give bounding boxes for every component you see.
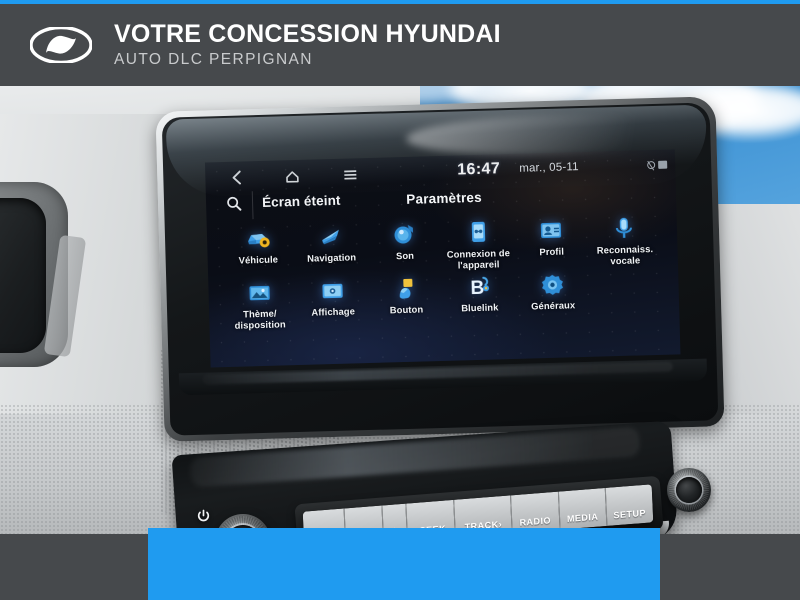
screenshot-root: VOTRE CONCESSION HYUNDAI AUTO DLC PERPIG… (0, 0, 800, 600)
settings-item-vehicule[interactable]: Véhicule (221, 222, 296, 277)
device-connection-icon (462, 217, 493, 248)
settings-item-generaux[interactable]: Généraux (516, 269, 591, 323)
sound-speaker-icon (389, 219, 420, 250)
clock-date: mar., 05-11 (519, 161, 579, 175)
bluelink-b-icon: B (464, 272, 495, 303)
home-icon[interactable] (285, 170, 299, 183)
hyundai-logo-icon (30, 27, 92, 63)
display-screen-icon (317, 276, 348, 307)
settings-label: Bluelink (461, 301, 499, 314)
settings-icon-grid: Véhicule Navigation Son Connexion de l'a… (207, 211, 680, 331)
profile-card-icon (536, 214, 567, 245)
footer-blue-banner (148, 528, 660, 600)
search-icon[interactable] (226, 196, 242, 212)
dealer-title: VOTRE CONCESSION HYUNDAI (114, 20, 501, 48)
mute-icon (647, 160, 656, 170)
theme-layout-icon (244, 278, 275, 309)
display-icon (658, 160, 668, 169)
car-settings-icon (242, 223, 273, 254)
button-press-icon (391, 274, 422, 305)
settings-label: Affichage (311, 305, 356, 318)
power-icon (197, 509, 210, 528)
svg-text:B: B (470, 278, 484, 299)
settings-item-bluelink[interactable]: B Bluelink (442, 271, 517, 325)
settings-label: Bouton (389, 303, 424, 316)
voice-recognition-icon (609, 212, 640, 243)
clock-time: 16:47 (457, 160, 501, 179)
settings-item-connexion-appareil[interactable]: Connexion de l'appareil (441, 216, 516, 271)
setup-button[interactable]: SETUP (605, 484, 654, 526)
settings-label: Véhicule (238, 253, 279, 266)
settings-label: Généraux (530, 299, 576, 312)
header-accent-bar (0, 0, 800, 4)
settings-label: Navigation (307, 251, 357, 264)
settings-item-son[interactable]: Son (367, 218, 442, 273)
settings-label: Profil (539, 245, 565, 258)
media-button[interactable]: MEDIA (558, 487, 608, 530)
hamburger-menu-icon[interactable] (343, 169, 357, 180)
settings-label: Thème/ disposition (234, 307, 286, 331)
chevron-left-icon[interactable] (230, 169, 243, 185)
settings-item-navigation[interactable]: Navigation (294, 220, 369, 275)
settings-item-reconnaissance-vocale[interactable]: Reconnaiss. vocale (587, 212, 662, 267)
settings-label: Reconnaiss. vocale (596, 243, 654, 266)
settings-label: Son (395, 249, 415, 262)
dealer-header: VOTRE CONCESSION HYUNDAI AUTO DLC PERPIG… (0, 4, 800, 86)
knob-ridges (669, 470, 709, 510)
settings-item-bouton[interactable]: Bouton (369, 273, 444, 327)
infotainment-screen[interactable]: 16:47 mar., 05-11 Écran éteint Paramètre… (204, 149, 681, 368)
page-title: Paramètres (406, 189, 483, 207)
air-vent (0, 198, 46, 353)
navigation-arrow-icon (316, 221, 347, 252)
settings-row-2: Thème/ disposition Affichage Bouton B Bl… (208, 267, 679, 332)
settings-item-theme-disposition[interactable]: Thème/ disposition (222, 277, 297, 331)
dealer-text-block: VOTRE CONCESSION HYUNDAI AUTO DLC PERPIG… (114, 20, 501, 70)
settings-item-profil[interactable]: Profil (514, 214, 589, 269)
tune-knob[interactable] (667, 468, 711, 512)
screen-off-button[interactable]: Écran éteint (262, 193, 341, 210)
infotainment-head-unit: 16:47 mar., 05-11 Écran éteint Paramètre… (155, 96, 725, 442)
general-gear-icon (537, 270, 568, 301)
vehicle-interior-photo: 16:47 mar., 05-11 Écran éteint Paramètre… (0, 86, 800, 534)
dealer-subtitle: AUTO DLC PERPIGNAN (114, 51, 313, 68)
status-indicator-icons (647, 160, 668, 170)
settings-label: Connexion de l'appareil (446, 247, 511, 271)
settings-item-affichage[interactable]: Affichage (296, 275, 371, 329)
